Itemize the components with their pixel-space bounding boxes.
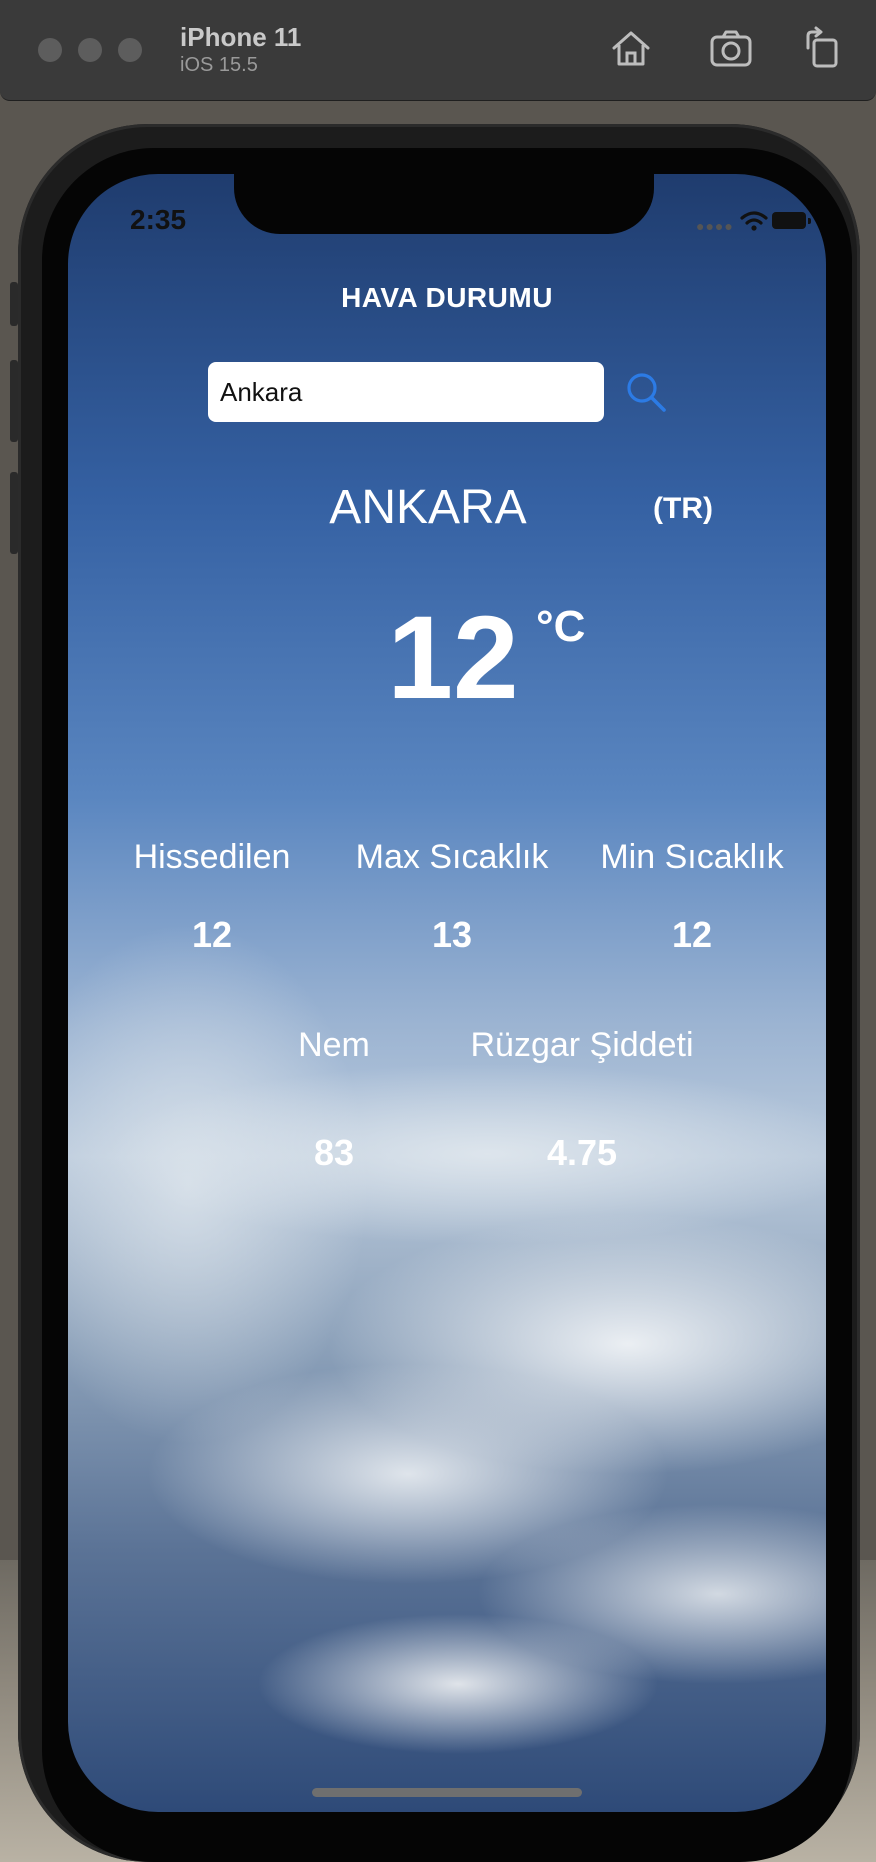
home-indicator[interactable]: [312, 1788, 582, 1797]
battery-tip: [808, 218, 811, 224]
mute-switch: [10, 282, 18, 326]
wind-label: Rüzgar Şiddeti: [470, 1026, 694, 1064]
min-temp-value: 12: [671, 914, 713, 955]
wind-value: 4.75: [546, 1132, 618, 1173]
feels-like-label: Hissedilen: [133, 838, 291, 876]
cellular-signal-icon: ●●●●: [696, 218, 734, 234]
max-temp-label: Max Sıcaklık: [355, 838, 549, 876]
zoom-window-button[interactable]: [118, 38, 142, 62]
minimize-window-button[interactable]: [78, 38, 102, 62]
camera-icon[interactable]: [708, 26, 754, 72]
rotate-icon[interactable]: [800, 26, 846, 72]
city-search-input[interactable]: [208, 362, 604, 422]
wifi-icon: [740, 211, 768, 231]
humidity-label: Nem: [298, 1026, 370, 1064]
battery-icon: [772, 212, 806, 229]
current-temperature: 12: [387, 592, 519, 724]
phone-screen: 2:35 ●●●● HAVA DURUMU ANKARA (TR) 12 °C …: [68, 174, 826, 1812]
humidity-value: 83: [313, 1132, 355, 1173]
min-temp-label: Min Sıcaklık: [600, 838, 784, 876]
temperature-unit: °C: [536, 602, 586, 651]
home-icon[interactable]: [608, 26, 654, 72]
notch: [234, 174, 654, 234]
status-indicators: ●●●●: [696, 210, 816, 236]
close-window-button[interactable]: [38, 38, 62, 62]
status-time: 2:35: [130, 204, 187, 235]
feels-like-value: 12: [191, 914, 233, 955]
volume-up-button: [10, 360, 18, 442]
app-title: HAVA DURUMU: [341, 282, 553, 313]
search-icon[interactable]: [622, 368, 670, 416]
os-version: iOS 15.5: [180, 54, 258, 76]
max-temp-value: 13: [431, 914, 473, 955]
country-code: (TR): [653, 492, 713, 525]
device-name: iPhone 11: [180, 22, 302, 52]
volume-down-button: [10, 472, 18, 554]
city-name: ANKARA: [329, 481, 527, 534]
simulator-toolbar: iPhone 11 iOS 15.5: [0, 0, 876, 101]
